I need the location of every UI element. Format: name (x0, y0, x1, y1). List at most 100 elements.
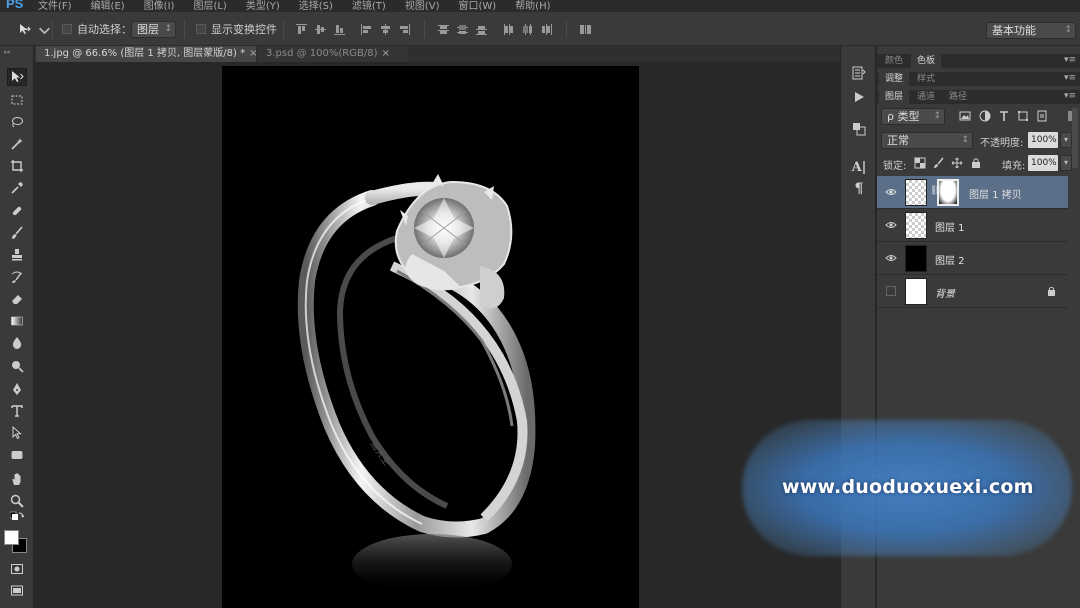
align-vcenter-icon[interactable] (314, 23, 327, 36)
menu-window[interactable]: 窗口(W) (458, 0, 496, 12)
distribute-hcenter-icon[interactable] (521, 23, 534, 36)
checkbox-box[interactable] (196, 24, 206, 34)
align-hcenter-icon[interactable] (379, 23, 392, 36)
tab-paths[interactable]: 路径 (943, 90, 973, 104)
distribute-right-icon[interactable] (540, 23, 553, 36)
foreground-color-swatch[interactable] (4, 530, 19, 545)
filter-adjustment-icon[interactable] (979, 110, 991, 122)
visibility-toggle-off[interactable] (886, 286, 896, 296)
panel-grip[interactable]: ▸▸ (4, 48, 30, 56)
shape-tool-icon[interactable] (7, 446, 27, 464)
layer-row[interactable]: 图层 2 (877, 242, 1068, 275)
auto-align-layers-icon[interactable] (579, 23, 592, 36)
eye-icon[interactable] (885, 253, 897, 263)
menu-select[interactable]: 选择(S) (299, 0, 333, 12)
close-icon[interactable]: × (249, 48, 257, 59)
blend-mode-dropdown[interactable]: 正常 (881, 132, 973, 149)
fill-input[interactable]: 100% (1028, 155, 1058, 171)
history-panel-icon[interactable] (850, 64, 868, 82)
tab-document-1[interactable]: 1.jpg @ 66.6% (图层 1 拷贝, 图层蒙版/8) * × (36, 46, 258, 62)
crop-tool-icon[interactable] (7, 157, 27, 175)
paragraph-panel-icon[interactable]: ¶ (850, 180, 868, 198)
swap-colors-icon[interactable] (7, 511, 27, 523)
eye-icon[interactable] (885, 220, 897, 230)
layer-name[interactable]: 背景 (935, 285, 955, 300)
canvas-area[interactable]: 周大生 (34, 62, 840, 608)
layer-name[interactable]: 图层 1 拷贝 (969, 186, 1022, 201)
align-bottom-icon[interactable] (333, 23, 346, 36)
layer-mask-thumbnail[interactable] (937, 179, 959, 206)
brush-tool-icon[interactable] (7, 224, 27, 242)
layers-scrollbar[interactable] (1072, 108, 1078, 168)
layer-thumbnail[interactable] (905, 212, 927, 239)
lock-position-icon[interactable] (951, 157, 963, 169)
distribute-left-icon[interactable] (502, 23, 515, 36)
layer-filter-dropdown[interactable]: ρ 类型 (881, 108, 945, 125)
checkbox-box[interactable] (62, 24, 72, 34)
filter-type-icon[interactable] (998, 110, 1010, 122)
menu-filter[interactable]: 滤镜(T) (352, 0, 386, 12)
layer-row[interactable]: 图层 1 (877, 209, 1068, 242)
align-right-icon[interactable] (398, 23, 411, 36)
opacity-stepper[interactable]: ▾ (1060, 132, 1072, 148)
clone-stamp-tool-icon[interactable] (7, 246, 27, 264)
pen-tool-icon[interactable] (7, 380, 27, 398)
panel-menu-icon[interactable]: ▾≡ (1064, 73, 1076, 83)
menu-help[interactable]: 帮助(H) (515, 0, 550, 12)
layer-thumbnail[interactable] (905, 245, 927, 272)
tab-swatches[interactable]: 色板 (911, 54, 942, 68)
panel-menu-icon[interactable]: ▾≡ (1064, 91, 1076, 101)
actions-play-icon[interactable] (850, 88, 868, 106)
menu-image[interactable]: 图像(I) (144, 0, 175, 12)
character-panel-icon[interactable]: A| (850, 158, 868, 176)
dodge-tool-icon[interactable] (7, 357, 27, 375)
move-tool-icon[interactable] (7, 68, 27, 86)
distribute-bottom-icon[interactable] (475, 23, 488, 36)
filter-pixel-icon[interactable] (959, 110, 971, 122)
auto-select-target-dropdown[interactable]: 图层 (131, 20, 176, 38)
blur-tool-icon[interactable] (7, 334, 27, 352)
panel-menu-icon[interactable]: ▾≡ (1064, 55, 1076, 65)
layer-row[interactable]: ⛓ 图层 1 拷贝 (877, 176, 1068, 209)
filter-shape-icon[interactable] (1017, 110, 1029, 122)
gradient-tool-icon[interactable] (7, 312, 27, 330)
menu-edit[interactable]: 编辑(E) (91, 0, 125, 12)
align-left-icon[interactable] (360, 23, 373, 36)
eyedropper-tool-icon[interactable] (7, 179, 27, 197)
tab-styles[interactable]: 样式 (911, 72, 941, 86)
layer-row[interactable]: 背景 (877, 275, 1068, 308)
hand-tool-icon[interactable] (7, 470, 27, 488)
lock-pixels-brush-icon[interactable] (933, 157, 945, 169)
magic-wand-tool-icon[interactable] (7, 135, 27, 153)
tab-channels[interactable]: 通道 (911, 90, 941, 104)
menu-layer[interactable]: 图层(L) (193, 0, 226, 12)
layer-filter-value[interactable]: ρ 类型 (881, 108, 945, 125)
screen-mode-icon[interactable] (7, 582, 27, 600)
blend-mode-value[interactable]: 正常 (881, 132, 973, 149)
move-tool-preset-icon[interactable] (18, 23, 31, 36)
distribute-vcenter-icon[interactable] (456, 23, 469, 36)
opacity-input[interactable]: 100% (1028, 132, 1058, 148)
filter-toggle-icon[interactable] (1064, 110, 1072, 122)
layer-comps-icon[interactable] (850, 120, 868, 138)
zoom-tool-icon[interactable] (7, 492, 27, 510)
chevron-down-icon[interactable] (38, 25, 50, 38)
layer-thumbnail[interactable] (905, 278, 927, 305)
align-top-icon[interactable] (295, 23, 308, 36)
quick-mask-icon[interactable] (7, 560, 27, 578)
lock-transparency-icon[interactable] (914, 157, 926, 169)
menu-file[interactable]: 文件(F) (38, 0, 72, 12)
filter-smart-object-icon[interactable] (1036, 110, 1048, 122)
workspace-value[interactable]: 基本功能 (986, 22, 1076, 39)
marquee-tool-icon[interactable] (7, 91, 27, 109)
eye-icon[interactable] (885, 187, 897, 197)
fill-stepper[interactable]: ▾ (1060, 155, 1072, 171)
type-tool-icon[interactable] (7, 402, 27, 420)
healing-brush-tool-icon[interactable] (7, 202, 27, 220)
layer-thumbnail[interactable] (905, 179, 927, 206)
tab-document-2[interactable]: 3.psd @ 100%(RGB/8) × (258, 46, 408, 62)
lasso-tool-icon[interactable] (7, 113, 27, 131)
layer-name[interactable]: 图层 1 (935, 219, 965, 234)
close-icon[interactable]: × (381, 48, 389, 59)
tab-color[interactable]: 颜色 (879, 54, 909, 68)
